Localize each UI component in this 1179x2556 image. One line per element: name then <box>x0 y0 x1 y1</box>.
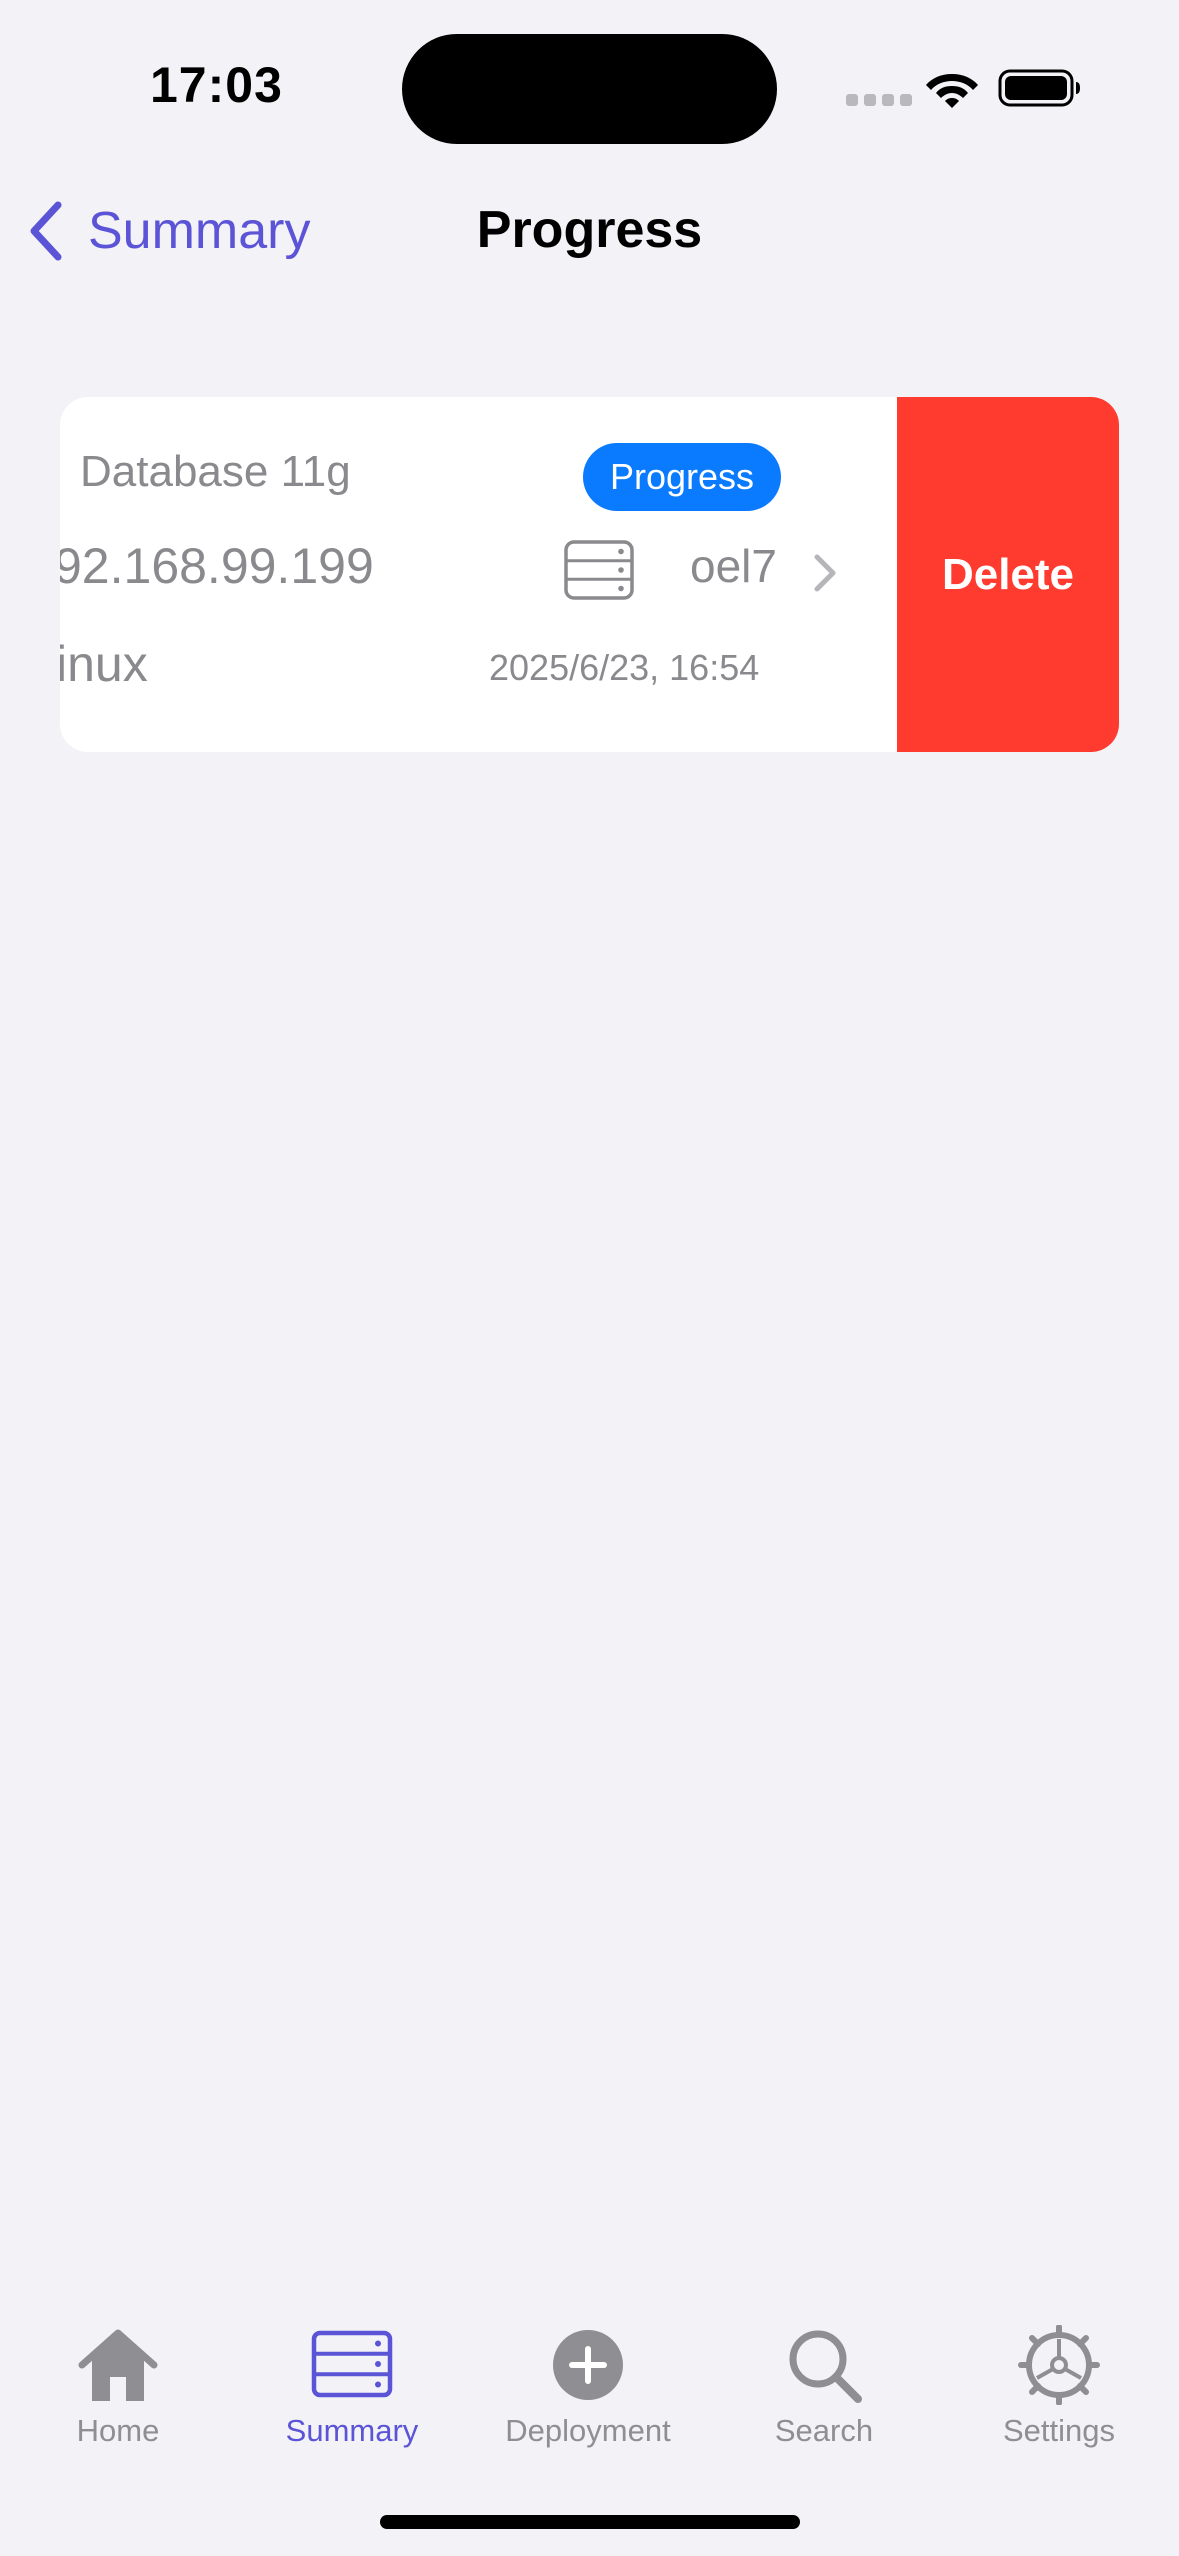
deployment-list-item[interactable]: Database 11g Progress 92.168.99.199 oel7… <box>60 397 1119 752</box>
host-name: oel7 <box>690 540 777 592</box>
dynamic-island <box>402 34 777 144</box>
ip-address: 92.168.99.199 <box>60 538 374 594</box>
gear-icon <box>1018 2325 1100 2405</box>
page-title: Progress <box>476 201 703 259</box>
server-rack-icon <box>311 2330 393 2398</box>
server-icon <box>564 540 634 600</box>
house-icon <box>78 2329 158 2401</box>
list-item-content[interactable]: Database 11g Progress 92.168.99.199 oel7… <box>60 397 897 752</box>
status-time: 17:03 <box>150 57 283 113</box>
status-bar: 17:03 <box>0 0 1179 160</box>
tab-summary[interactable]: Summary <box>252 2325 452 2475</box>
home-indicator[interactable] <box>380 2515 800 2529</box>
battery-icon <box>998 69 1080 107</box>
tab-label: Search <box>774 2413 874 2448</box>
tab-label: Home <box>76 2413 160 2448</box>
tab-label: Settings <box>1002 2413 1115 2448</box>
plus-circle-icon <box>553 2330 623 2400</box>
delete-button[interactable]: Delete <box>897 397 1119 752</box>
tab-deployment[interactable]: Deployment <box>488 2325 688 2475</box>
wifi-icon <box>926 74 978 108</box>
status-badge: Progress <box>583 443 781 511</box>
database-name: Database 11g <box>80 447 351 496</box>
chevron-right-icon <box>814 554 836 592</box>
cellular-signal-icon <box>846 94 912 106</box>
tab-settings[interactable]: Settings <box>959 2325 1159 2475</box>
tab-label: Summary <box>285 2413 419 2448</box>
tab-search[interactable]: Search <box>724 2325 924 2475</box>
tab-home[interactable]: Home <box>18 2325 218 2475</box>
tab-label: Deployment <box>505 2413 671 2448</box>
timestamp: 2025/6/23, 16:54 <box>489 647 760 688</box>
navigation-bar: Summary Progress <box>0 180 1179 280</box>
os-name: inux <box>60 636 148 692</box>
magnifier-icon <box>789 2330 862 2403</box>
